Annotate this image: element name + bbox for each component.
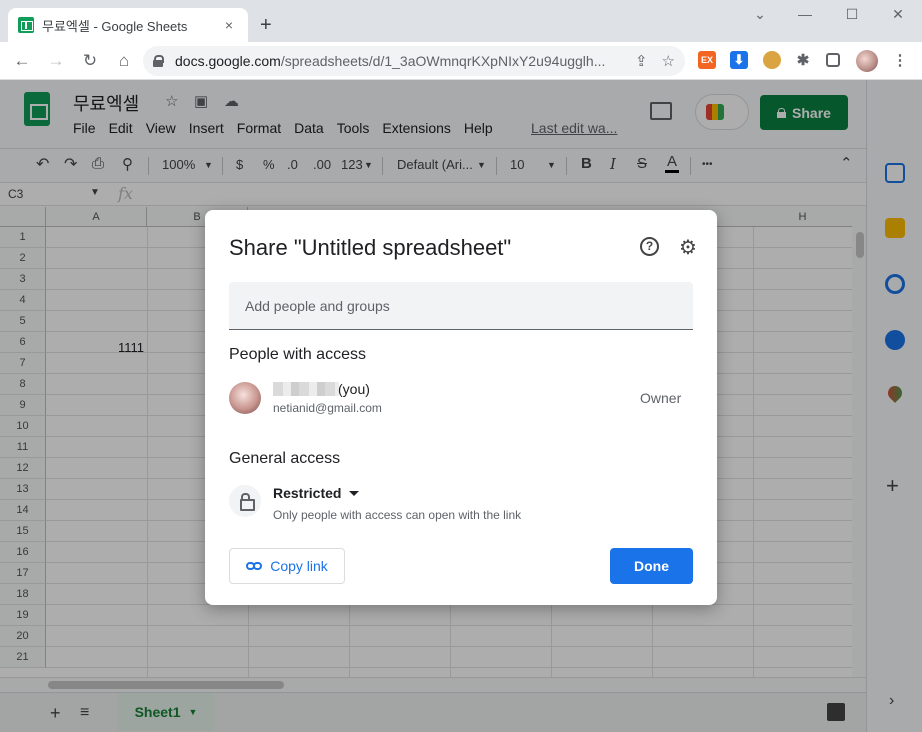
browser-tab-strip: 무료엑셀 - Google Sheets × + ⌄ — ☐ ✕: [0, 0, 922, 42]
cookie-extension-icon[interactable]: [763, 51, 781, 69]
browser-toolbar: ← → ↻ ⌂ docs.google.com/spreadsheets/d/1…: [0, 42, 922, 80]
share-dialog: Share "Untitled spreadsheet" ? ⚙ People …: [205, 210, 717, 605]
puzzle-extensions-icon[interactable]: ✱: [794, 51, 812, 69]
back-icon[interactable]: ←: [6, 45, 38, 77]
access-description: Only people with access can open with th…: [273, 508, 522, 522]
general-access-heading: General access: [229, 450, 341, 467]
help-icon[interactable]: ?: [640, 237, 659, 256]
reload-icon[interactable]: ↻: [74, 45, 106, 77]
owner-role: Owner: [640, 390, 682, 406]
browser-profile-avatar[interactable]: [856, 50, 878, 72]
people-with-access-heading: People with access: [229, 346, 366, 363]
owner-email: netianid@gmail.com: [273, 401, 382, 415]
home-icon[interactable]: ⌂: [108, 45, 140, 77]
side-panel-icon[interactable]: [826, 53, 840, 67]
download-extension-icon[interactable]: ⬇: [730, 51, 748, 69]
share-page-icon[interactable]: ⇪: [635, 52, 648, 70]
owner-avatar: [229, 382, 261, 414]
forward-icon[interactable]: →: [40, 45, 72, 77]
lock-icon[interactable]: [153, 55, 164, 67]
browser-tab[interactable]: 무료엑셀 - Google Sheets ×: [8, 8, 248, 42]
window-close-icon[interactable]: ✕: [883, 6, 913, 23]
window-dropdown-icon[interactable]: ⌄: [745, 6, 775, 23]
copy-link-button[interactable]: Copy link: [229, 548, 345, 584]
bookmark-star-icon[interactable]: ☆: [662, 52, 675, 70]
access-level-dropdown[interactable]: Restricted: [273, 485, 360, 501]
add-people-input[interactable]: [229, 282, 693, 330]
dialog-title: Share "Untitled spreadsheet": [229, 235, 512, 260]
new-tab-button[interactable]: +: [260, 14, 272, 37]
blurred-owner-name: [273, 382, 339, 396]
lock-icon: [240, 493, 255, 511]
dropdown-caret-icon: [349, 490, 360, 496]
you-label: (you): [338, 381, 370, 397]
maximize-icon[interactable]: ☐: [837, 6, 867, 23]
gear-icon[interactable]: ⚙: [679, 235, 697, 260]
browser-menu-icon[interactable]: ⋮: [891, 51, 909, 69]
access-level-label: Restricted: [273, 485, 342, 501]
done-button[interactable]: Done: [610, 548, 693, 584]
tab-title: 무료엑셀 - Google Sheets: [42, 18, 188, 34]
sheets-favicon-icon: [18, 17, 34, 33]
address-bar[interactable]: docs.google.com/spreadsheets/d/1_3aOWmnq…: [143, 46, 685, 76]
url-text: docs.google.com/spreadsheets/d/1_3aOWmnq…: [175, 53, 606, 69]
minimize-icon[interactable]: —: [790, 6, 820, 22]
copy-link-label: Copy link: [270, 558, 328, 574]
tab-close-icon[interactable]: ×: [220, 17, 238, 33]
link-icon: [246, 562, 263, 570]
extension-ex-icon[interactable]: EX: [698, 51, 716, 69]
